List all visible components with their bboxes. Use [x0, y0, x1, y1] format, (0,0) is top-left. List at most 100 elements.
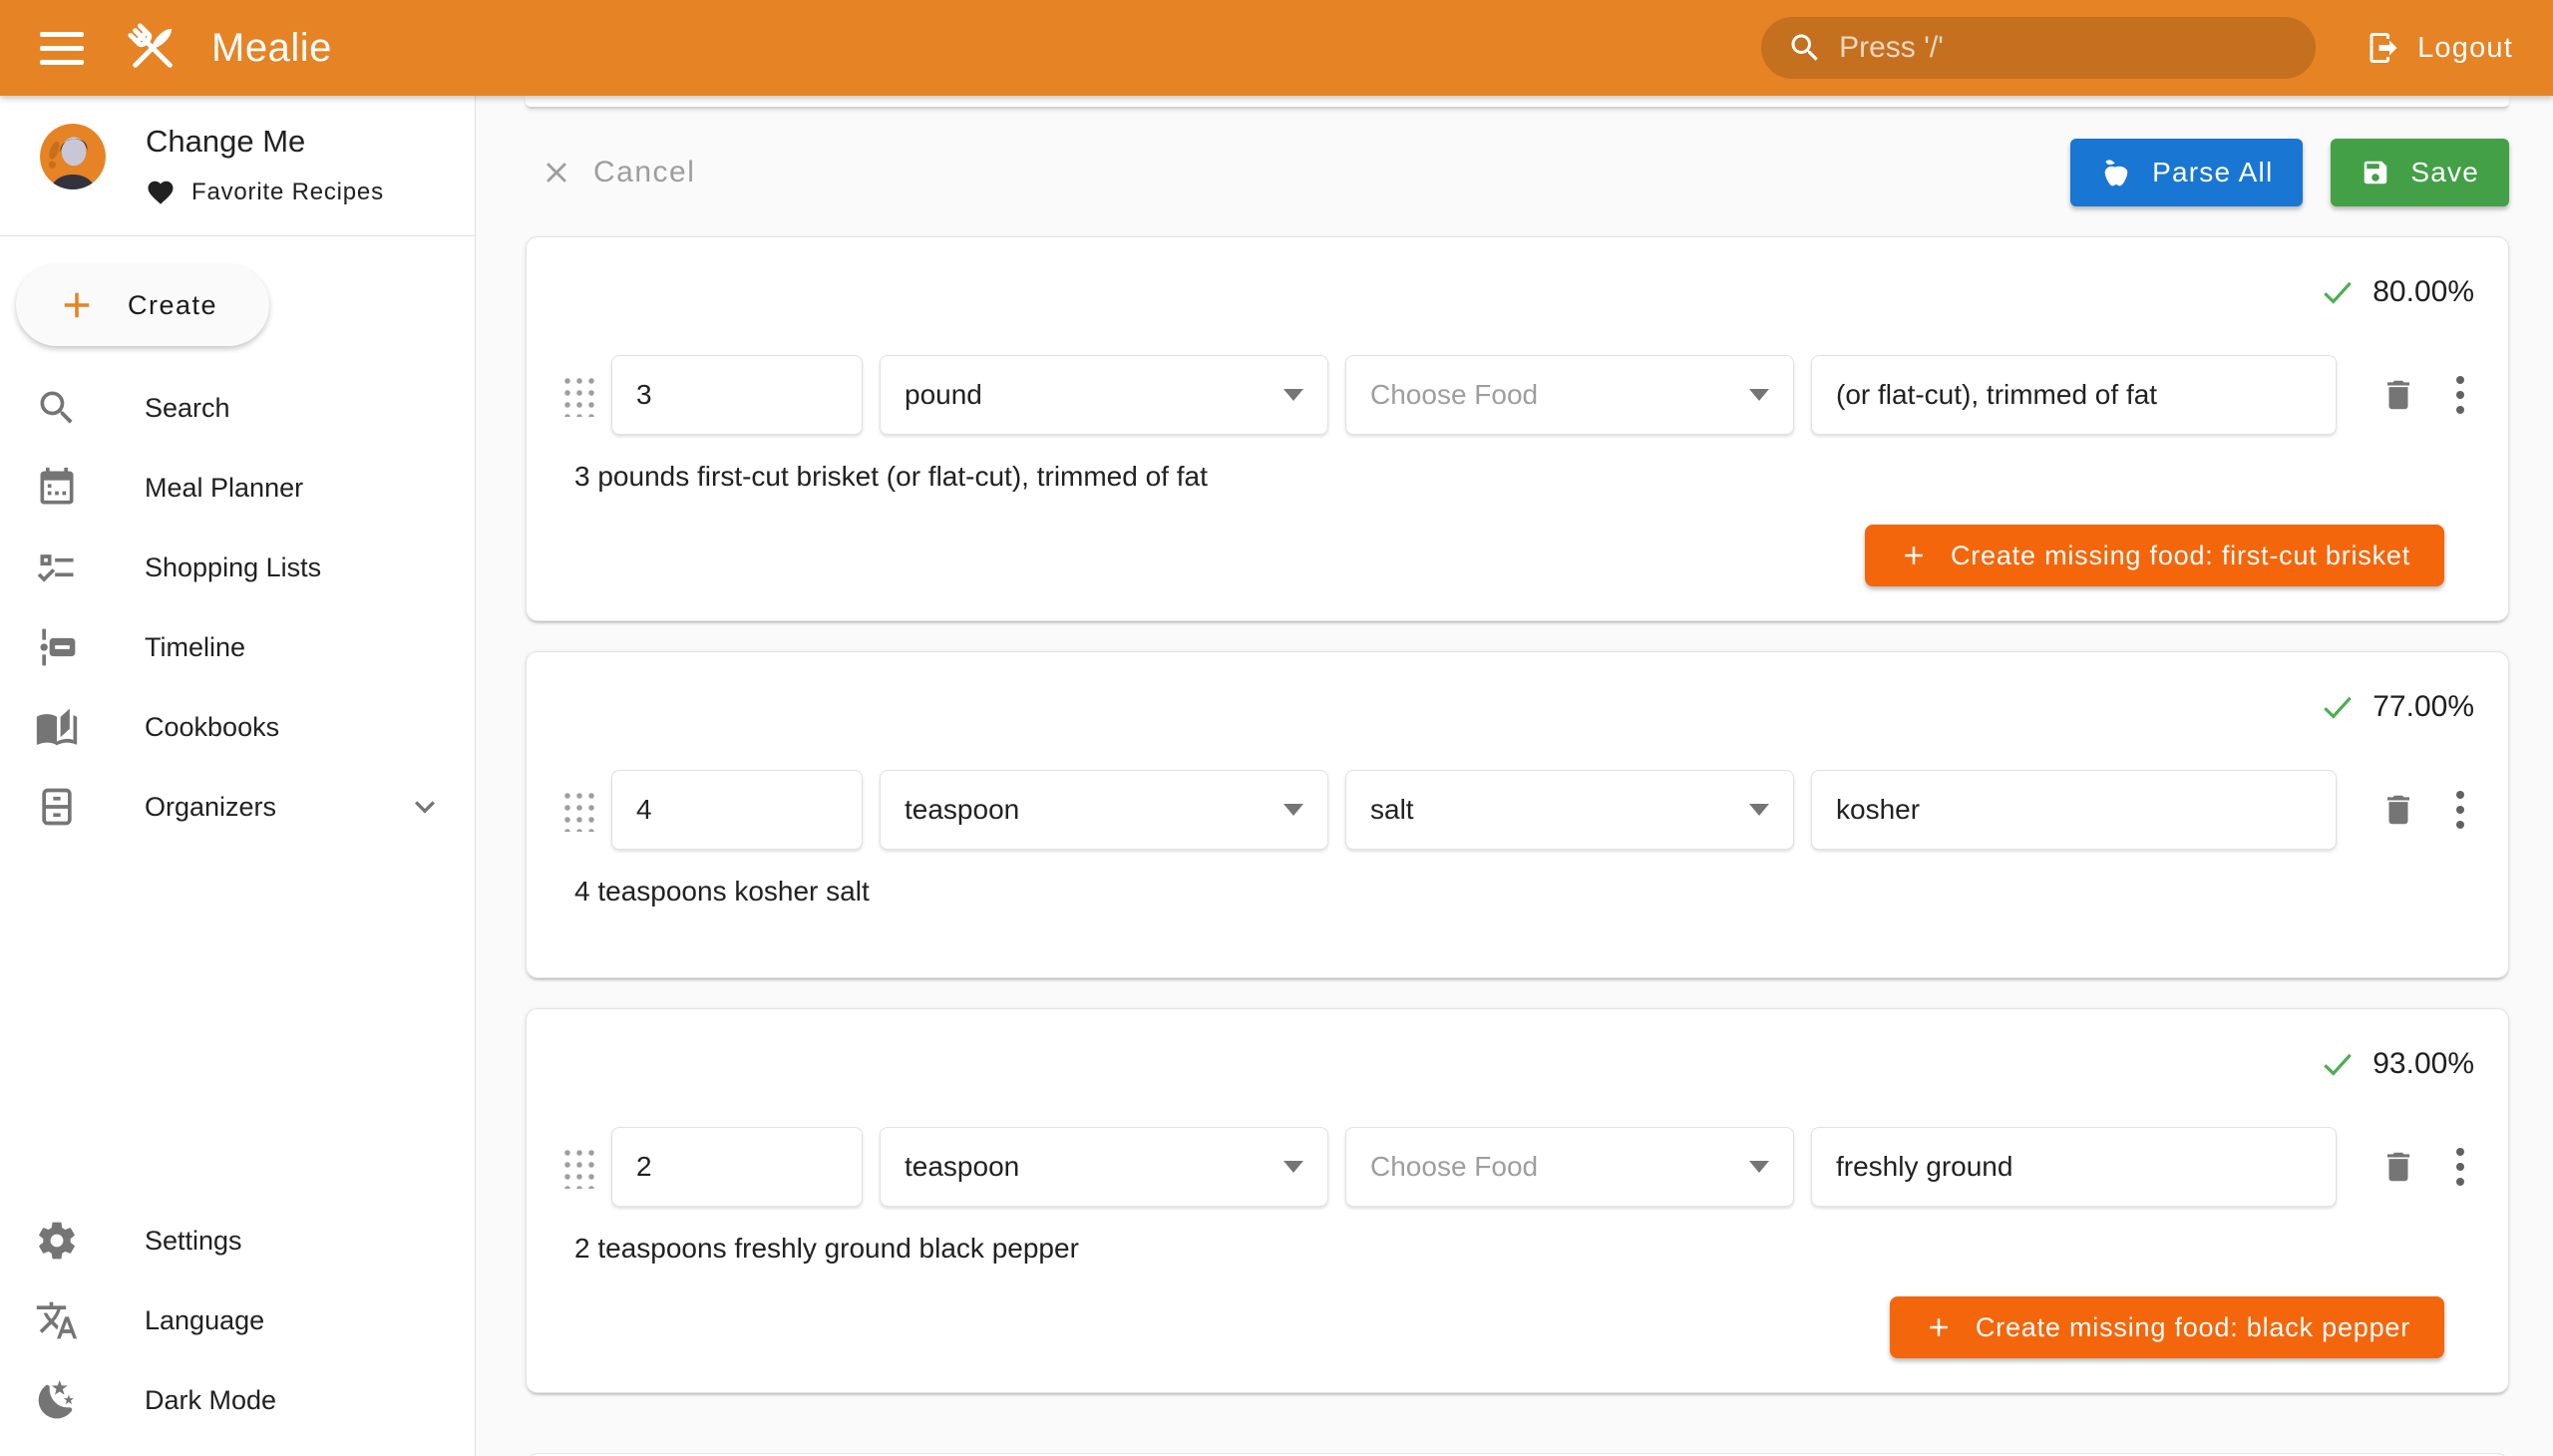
sidebar-item-label: Dark Mode: [145, 1385, 445, 1416]
ingredient-parser-page: Cancel Parse All Save 80.00%: [476, 96, 2553, 1456]
quantity-input[interactable]: [611, 770, 863, 850]
sidebar-item-settings[interactable]: Settings: [0, 1201, 475, 1280]
original-ingredient-text: 2 teaspoons freshly ground black pepper: [574, 1233, 2460, 1265]
original-ingredient-text: 3 pounds first-cut brisket (or flat-cut)…: [574, 461, 2460, 493]
note-input[interactable]: [1811, 1127, 2337, 1207]
note-input[interactable]: [1811, 355, 2337, 435]
moon-stars-icon: [34, 1378, 80, 1422]
previous-card-edge: [526, 96, 2509, 109]
drag-handle-icon[interactable]: [560, 373, 594, 417]
user-name: Change Me: [146, 124, 384, 160]
kebab-menu-icon[interactable]: [2456, 1148, 2464, 1186]
ingredient-card: 80.00% pound Choose Food 3 pou: [526, 236, 2509, 621]
avatar[interactable]: [40, 124, 106, 207]
timeline-icon: [34, 625, 80, 669]
plus-icon: [56, 284, 98, 326]
parse-all-label: Parse All: [2152, 157, 2273, 188]
ingredient-card: 93.00% teaspoon Choose Food 2: [526, 1008, 2509, 1393]
check-icon: [2319, 1045, 2357, 1083]
quantity-input[interactable]: [611, 1127, 863, 1207]
unit-select[interactable]: teaspoon: [880, 770, 1328, 850]
sidebar-item-label: Search: [145, 393, 445, 424]
global-search-input[interactable]: Press '/': [1761, 17, 2316, 79]
dropdown-arrow-icon: [1749, 804, 1769, 816]
food-select[interactable]: salt: [1345, 770, 1794, 850]
favorite-recipes-link[interactable]: Favorite Recipes: [146, 178, 384, 207]
sidebar-item-label: Settings: [145, 1226, 445, 1257]
close-icon: [540, 156, 573, 189]
sidebar-divider: [0, 235, 475, 236]
search-placeholder: Press '/': [1839, 31, 1944, 65]
menu-icon[interactable]: [30, 16, 94, 80]
drag-handle-icon[interactable]: [560, 788, 594, 832]
note-input[interactable]: [1811, 770, 2337, 850]
original-ingredient-text: 4 teaspoons kosher salt: [574, 876, 2460, 908]
save-icon: [2361, 158, 2390, 187]
kebab-menu-icon[interactable]: [2456, 791, 2464, 829]
sidebar-item-search[interactable]: Search: [0, 368, 475, 448]
sidebar-bottom-nav: Settings Language Dark Mode: [0, 1201, 475, 1440]
kebab-menu-icon[interactable]: [2456, 376, 2464, 414]
drag-handle-icon[interactable]: [560, 1145, 594, 1189]
mealie-logo-icon: [122, 17, 183, 79]
sidebar-item-cookbooks[interactable]: Cookbooks: [0, 687, 475, 767]
apple-icon: [2100, 157, 2132, 188]
file-cabinet-icon: [34, 785, 80, 829]
parser-toolbar: Cancel Parse All Save: [526, 109, 2509, 236]
dropdown-arrow-icon: [1283, 804, 1303, 816]
cancel-button[interactable]: Cancel: [526, 156, 709, 189]
logout-button[interactable]: Logout: [2366, 30, 2513, 66]
dropdown-arrow-icon: [1749, 1161, 1769, 1173]
quantity-input[interactable]: [611, 355, 863, 435]
create-button-label: Create: [128, 290, 217, 321]
sidebar: Change Me Favorite Recipes Create Search: [0, 96, 476, 1456]
cancel-label: Cancel: [593, 156, 695, 189]
sidebar-item-label: Cookbooks: [145, 712, 445, 743]
create-missing-food-button[interactable]: Create missing food: first-cut brisket: [1865, 525, 2444, 586]
trash-icon[interactable]: [2379, 1148, 2417, 1186]
food-select[interactable]: Choose Food: [1345, 355, 1794, 435]
logout-label: Logout: [2417, 32, 2513, 65]
parse-all-button[interactable]: Parse All: [2070, 139, 2303, 206]
trash-icon[interactable]: [2379, 791, 2417, 829]
create-missing-food-button[interactable]: Create missing food: black pepper: [1890, 1296, 2444, 1358]
sidebar-item-language[interactable]: Language: [0, 1280, 475, 1360]
sidebar-item-timeline[interactable]: Timeline: [0, 607, 475, 687]
sidebar-nav: Search Meal Planner Shopping Lists Timel…: [0, 368, 475, 847]
search-icon: [1787, 30, 1823, 66]
checklist-icon: [34, 546, 80, 589]
confidence-value: 93.00%: [2372, 1047, 2474, 1081]
save-button[interactable]: Save: [2331, 139, 2509, 206]
sidebar-item-shopping-lists[interactable]: Shopping Lists: [0, 528, 475, 607]
plus-icon: [1924, 1312, 1954, 1342]
food-select[interactable]: Choose Food: [1345, 1127, 1794, 1207]
dropdown-arrow-icon: [1283, 389, 1303, 401]
sidebar-item-organizers[interactable]: Organizers: [0, 767, 475, 847]
save-label: Save: [2410, 157, 2479, 188]
logout-icon: [2366, 30, 2401, 66]
check-icon: [2319, 688, 2357, 726]
sidebar-item-label: Timeline: [145, 632, 445, 663]
chevron-down-icon[interactable]: [405, 787, 445, 827]
ingredient-list: 80.00% pound Choose Food 3 pou: [526, 236, 2509, 1456]
plus-icon: [1899, 541, 1929, 570]
check-icon: [2319, 273, 2357, 311]
sidebar-item-label: Organizers: [145, 792, 405, 823]
confidence-value: 77.00%: [2372, 690, 2474, 724]
ingredient-card: 77.00% teaspoon salt 4 teaspoo: [526, 651, 2509, 978]
unit-select[interactable]: pound: [880, 355, 1328, 435]
user-section[interactable]: Change Me Favorite Recipes: [0, 96, 475, 235]
unit-select[interactable]: teaspoon: [880, 1127, 1328, 1207]
calendar-icon: [34, 466, 80, 510]
create-button[interactable]: Create: [16, 264, 269, 346]
sidebar-item-meal-planner[interactable]: Meal Planner: [0, 448, 475, 528]
sidebar-item-label: Shopping Lists: [145, 552, 445, 583]
confidence-value: 80.00%: [2372, 275, 2474, 309]
heart-icon: [146, 178, 176, 207]
app-bar: Mealie Press '/' Logout: [0, 0, 2553, 96]
dropdown-arrow-icon: [1749, 389, 1769, 401]
trash-icon[interactable]: [2379, 376, 2417, 414]
sidebar-item-label: Meal Planner: [145, 473, 445, 504]
magnify-icon: [34, 386, 80, 430]
sidebar-item-dark-mode[interactable]: Dark Mode: [0, 1360, 475, 1440]
